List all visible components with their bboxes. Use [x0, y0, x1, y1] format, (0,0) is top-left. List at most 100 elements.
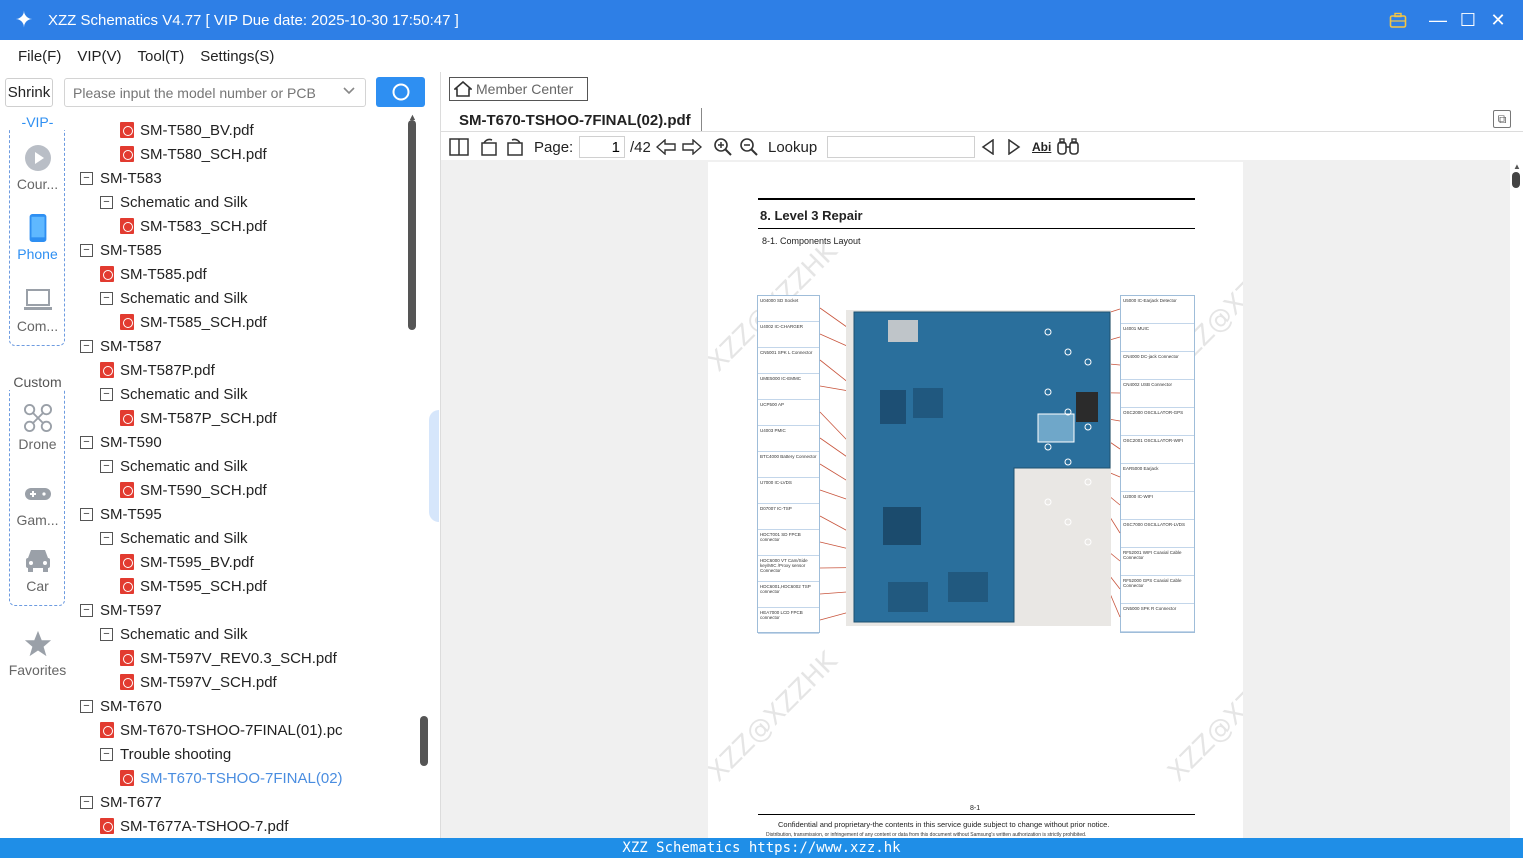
collapse-icon[interactable]: − — [80, 699, 93, 713]
collapse-icon[interactable]: − — [100, 627, 113, 641]
tree-file[interactable]: SM-T585_SCH.pdf — [120, 310, 267, 334]
collapse-icon[interactable]: − — [100, 387, 113, 401]
menu-tool[interactable]: Tool(T) — [138, 48, 185, 65]
maximize-button[interactable]: ☐ — [1453, 0, 1483, 40]
laptop-icon — [23, 289, 52, 310]
close-tab-icon[interactable]: ⧉ — [1493, 110, 1511, 128]
tree-folder[interactable]: − Schematic and Silk — [100, 454, 248, 478]
tree-folder[interactable]: − SM-T677 — [80, 790, 162, 814]
tree-label: SM-T585.pdf — [120, 265, 207, 283]
pdf-viewer[interactable]: 8. Level 3 Repair 8-1. Components Layout… — [441, 160, 1523, 838]
tree-label: SM-T587P.pdf — [120, 361, 215, 379]
sidebar-item-game[interactable]: Gam... — [0, 480, 75, 528]
tree-file[interactable]: SM-T590_SCH.pdf — [120, 478, 267, 502]
tree-folder[interactable]: − Schematic and Silk — [100, 286, 248, 310]
collapse-panel-handle[interactable] — [429, 410, 439, 522]
lookup-input[interactable] — [827, 136, 975, 158]
viewer-scroll-thumb[interactable] — [1512, 172, 1520, 188]
tree-folder[interactable]: − Trouble shooting — [100, 742, 231, 766]
menu-vip[interactable]: VIP(V) — [77, 48, 121, 65]
collapse-icon[interactable]: − — [100, 291, 113, 305]
sidebar-item-drone[interactable]: Drone — [0, 404, 75, 452]
collapse-icon[interactable]: − — [80, 243, 93, 257]
tree-folder[interactable]: − SM-T587 — [80, 334, 162, 358]
tree-file[interactable]: SM-T670-TSHOO-7FINAL(02) — [120, 766, 343, 790]
tree-file[interactable]: SM-T677A-TSHOO-7.pdf — [100, 814, 288, 838]
lookup-previous-icon[interactable] — [981, 136, 995, 158]
tree-file[interactable]: SM-T597V_REV0.3_SCH.pdf — [120, 646, 337, 670]
tree-folder[interactable]: − Schematic and Silk — [100, 382, 248, 406]
sidebar-item-computer[interactable]: Com... — [0, 286, 75, 334]
sidebar-item-phone[interactable]: Phone — [0, 214, 75, 262]
binoculars-icon[interactable] — [1057, 136, 1079, 158]
tree-file[interactable]: SM-T583_SCH.pdf — [120, 214, 267, 238]
tree-folder[interactable]: − SM-T597 — [80, 598, 162, 622]
board-diagram — [819, 307, 1121, 626]
previous-page-icon[interactable] — [656, 136, 676, 158]
collapse-icon[interactable]: − — [100, 459, 113, 473]
tree-folder[interactable]: − SM-T590 — [80, 430, 162, 454]
sidebar-item-course[interactable]: Cour... — [0, 144, 75, 192]
tree-scrollbar[interactable]: ▲ — [408, 112, 418, 838]
panel-divider[interactable] — [418, 112, 440, 838]
collapse-icon[interactable]: − — [100, 531, 113, 545]
zoom-in-icon[interactable] — [713, 136, 733, 158]
shrink-button[interactable]: Shrink — [5, 78, 53, 107]
search-button[interactable] — [376, 77, 425, 107]
lookup-next-icon[interactable] — [1007, 136, 1021, 158]
tree-file[interactable]: SM-T670-TSHOO-7FINAL(01).pc — [100, 718, 343, 742]
pdf-file-icon — [120, 218, 134, 234]
tree-folder[interactable]: − Schematic and Silk — [100, 190, 248, 214]
sidebar-item-favorites[interactable]: Favorites — [0, 630, 75, 678]
window-title: XZZ Schematics V4.77 [ VIP Due date: 202… — [48, 11, 459, 29]
collapse-icon[interactable]: − — [80, 795, 93, 809]
member-center-button[interactable]: Member Center — [449, 77, 588, 101]
collapse-icon[interactable]: − — [80, 339, 93, 353]
tree-file[interactable]: SM-T597V_SCH.pdf — [120, 670, 277, 694]
collapse-icon[interactable]: − — [80, 435, 93, 449]
zoom-out-icon[interactable] — [739, 136, 759, 158]
tree-folder[interactable]: − SM-T583 — [80, 166, 162, 190]
tree-file[interactable]: SM-T595_BV.pdf — [120, 550, 254, 574]
tree-folder[interactable]: − Schematic and Silk — [100, 526, 248, 550]
chevron-down-icon[interactable] — [342, 84, 358, 100]
tree-file[interactable]: SM-T595_SCH.pdf — [120, 574, 267, 598]
vip-group-label: -VIP- — [0, 114, 75, 130]
document-tab[interactable]: SM-T670-TSHOO-7FINAL(02).pdf — [449, 108, 702, 132]
two-page-icon[interactable] — [449, 136, 469, 158]
collapse-icon[interactable]: − — [80, 507, 93, 521]
scroll-up-icon[interactable]: ▲ — [1513, 162, 1521, 171]
search-input[interactable] — [64, 78, 366, 107]
tree-folder[interactable]: − SM-T585 — [80, 238, 162, 262]
tree-file[interactable]: SM-T585.pdf — [100, 262, 207, 286]
menu-settings[interactable]: Settings(S) — [200, 48, 274, 65]
vip-briefcase-icon[interactable] — [1383, 0, 1413, 40]
collapse-icon[interactable]: − — [100, 747, 113, 761]
minimize-button[interactable]: — — [1423, 0, 1453, 40]
tree-label: Schematic and Silk — [120, 385, 248, 403]
tree-folder[interactable]: − SM-T595 — [80, 502, 162, 526]
tree-scroll-thumb[interactable] — [408, 120, 416, 330]
rotate-right-icon[interactable] — [505, 136, 525, 158]
car-icon — [25, 550, 50, 572]
collapse-icon[interactable]: − — [80, 171, 93, 185]
match-case-button[interactable]: Abi — [1032, 136, 1051, 158]
tree-folder[interactable]: − SM-T670 — [80, 694, 162, 718]
close-button[interactable]: ✕ — [1483, 0, 1513, 40]
tree-file[interactable]: SM-T587P.pdf — [100, 358, 215, 382]
pdf-file-icon — [100, 362, 114, 378]
collapse-icon[interactable]: − — [80, 603, 93, 617]
tree-folder[interactable]: − Schematic and Silk — [100, 622, 248, 646]
rotate-left-icon[interactable] — [479, 136, 499, 158]
tree-file[interactable]: SM-T580_BV.pdf — [120, 118, 254, 142]
tree-label: SM-T580_BV.pdf — [140, 121, 254, 139]
tree-file[interactable]: SM-T587P_SCH.pdf — [120, 406, 277, 430]
tree-file[interactable]: SM-T580_SCH.pdf — [120, 142, 267, 166]
sidebar-item-car[interactable]: Car — [0, 546, 75, 594]
viewer-scrollbar[interactable]: ▲ — [1510, 160, 1523, 838]
tree-scroll-thumb-secondary[interactable] — [420, 716, 428, 766]
menu-file[interactable]: File(F) — [18, 48, 61, 65]
page-number-input[interactable] — [579, 136, 625, 158]
next-page-icon[interactable] — [682, 136, 702, 158]
collapse-icon[interactable]: − — [100, 195, 113, 209]
